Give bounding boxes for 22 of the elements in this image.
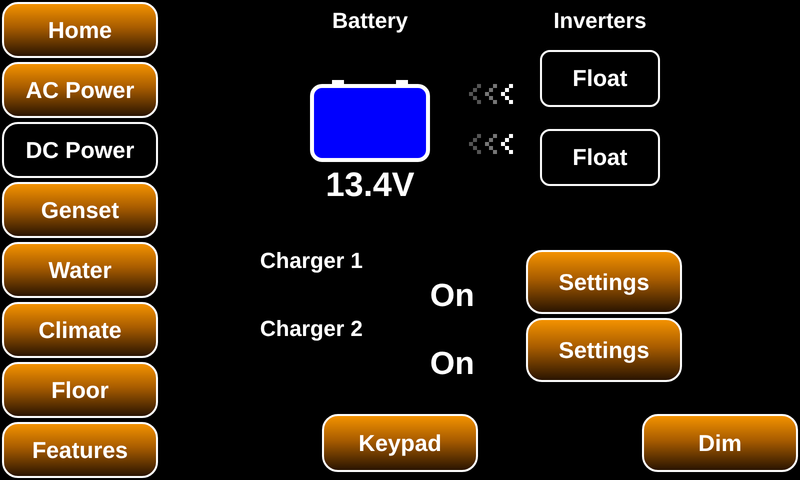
- battery-voltage: 13.4V: [326, 166, 414, 205]
- nav-button[interactable]: Water: [2, 242, 158, 298]
- inverter-status: Float: [540, 50, 660, 107]
- battery-title: Battery: [332, 8, 408, 34]
- settings-button[interactable]: Settings: [526, 318, 682, 382]
- charger-label: Charger 2: [260, 316, 364, 342]
- nav-button[interactable]: Climate: [2, 302, 158, 358]
- nav-button[interactable]: Genset: [2, 182, 158, 238]
- inverters-title: Inverters: [554, 8, 646, 34]
- settings-button[interactable]: Settings: [526, 250, 682, 314]
- charger-status: On: [430, 345, 476, 382]
- battery-icon: [310, 80, 430, 162]
- dim-button[interactable]: Dim: [642, 414, 798, 472]
- nav-button[interactable]: DC Power: [2, 122, 158, 178]
- nav-button[interactable]: Features: [2, 422, 158, 478]
- nav-button[interactable]: AC Power: [2, 62, 158, 118]
- keypad-button[interactable]: Keypad: [322, 414, 478, 472]
- nav-button[interactable]: Floor: [2, 362, 158, 418]
- nav-button[interactable]: Home: [2, 2, 158, 58]
- charger-label: Charger 1: [260, 248, 364, 274]
- charger-status: On: [430, 277, 476, 314]
- inverter-status: Float: [540, 129, 660, 186]
